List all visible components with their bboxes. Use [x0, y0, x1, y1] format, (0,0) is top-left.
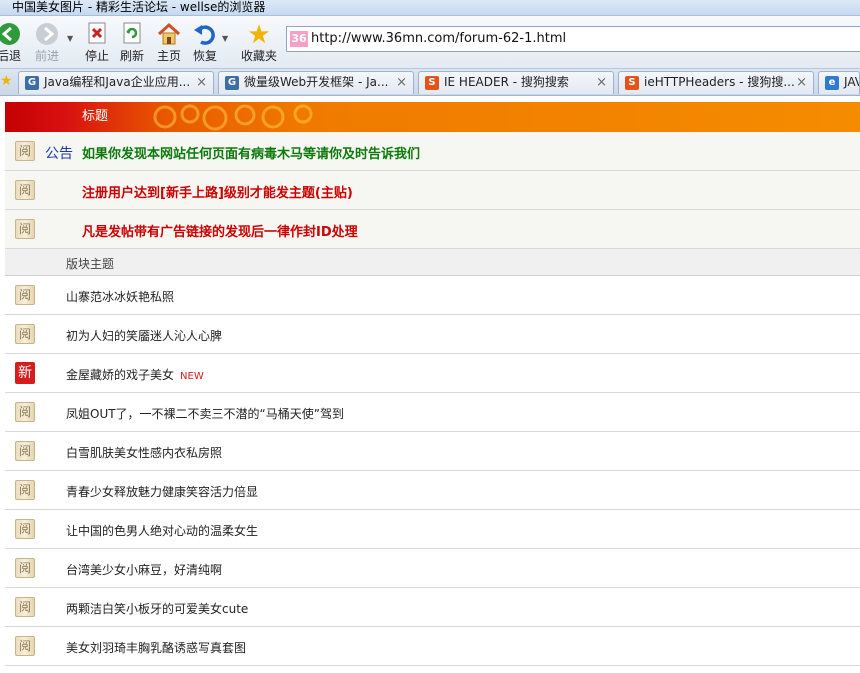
tab-google-icon: G	[225, 76, 239, 90]
read-icon: 阅	[15, 180, 35, 200]
announcement-label: 公告	[45, 146, 73, 162]
section-title: 版块主题	[66, 257, 115, 271]
tab-java-programming[interactable]: G Java编程和Java企业应用... ×	[18, 71, 214, 94]
thread-row[interactable]: 阅 台湾美少女小麻豆，好清纯啊	[5, 549, 860, 588]
notice-link[interactable]: 注册用户达到[新手上路]级别才能发主题(主贴)	[82, 182, 353, 201]
stop-button[interactable]: 停止	[82, 20, 112, 66]
new-badge: NEW	[180, 371, 204, 382]
tab-label: ieHTTPHeaders - 搜狗搜...	[644, 75, 795, 89]
thread-row[interactable]: 阅 青春少女释放魅力健康笑容活力倍显	[5, 471, 860, 510]
thread-row[interactable]: 阅 两颗洁白笑小板牙的可爱美女cute	[5, 588, 860, 627]
star-icon: ★	[247, 20, 271, 50]
thread-row[interactable]: 阅 白雪肌肤美女性感内衣私房照	[5, 432, 860, 471]
back-button[interactable]: 后退	[0, 20, 24, 66]
tab-label: JAV	[844, 75, 859, 89]
notice-link[interactable]: 如果你发现本网站任何页面有病毒木马等请你及时告诉我们	[82, 143, 420, 162]
read-icon: 阅	[15, 480, 35, 500]
thread-title-link[interactable]: 凤姐OUT了，一不裸二不卖三不潜的“马桶天使”驾到	[66, 405, 344, 422]
refresh-icon	[117, 22, 147, 48]
refresh-button[interactable]: 刷新	[117, 20, 147, 66]
favorites-label: 收藏夹	[240, 49, 277, 63]
home-icon	[153, 22, 185, 48]
notice-link[interactable]: 凡是发帖带有广告链接的发现后一律作封ID处理	[82, 221, 358, 240]
tab-bar: ★ G Java编程和Java企业应用... × G 微量级Web开发框架 - …	[0, 69, 860, 96]
thread-title-link[interactable]: 美女刘羽琦丰胸乳酪诱惑写真套图	[66, 639, 246, 656]
forum-header-bar: 标题	[5, 102, 860, 132]
read-icon: 阅	[15, 324, 35, 344]
page-content: 标题 阅 公告 如果你发现本网站任何页面有病毒木马等请你及时告诉我们 阅 注册用…	[0, 96, 860, 673]
read-icon: 阅	[15, 402, 35, 422]
stop-label: 停止	[84, 49, 109, 63]
forward-label: 前进	[34, 49, 59, 63]
tab-sogou-icon: S	[425, 76, 439, 90]
tab-iehttpheaders[interactable]: S ieHTTPHeaders - 搜狗搜... ×	[618, 71, 814, 94]
thread-title-link[interactable]: 青春少女释放魅力健康笑容活力倍显	[66, 483, 258, 500]
thread-title-link[interactable]: 白雪肌肤美女性感内衣私房照	[66, 444, 222, 461]
announcement-row[interactable]: 阅 公告 如果你发现本网站任何页面有病毒木马等请你及时告诉我们	[5, 132, 860, 171]
tab-label: Java编程和Java企业应用...	[44, 75, 191, 89]
thread-title[interactable]: 金屋藏娇的戏子美女	[66, 368, 174, 382]
forward-button[interactable]: 前进	[32, 20, 62, 66]
tab-ie-icon: e	[825, 76, 839, 90]
tab-close-icon[interactable]: ×	[396, 72, 407, 93]
refresh-label: 刷新	[119, 49, 144, 63]
tab-label: IE HEADER - 搜狗搜索	[444, 75, 569, 89]
restore-button[interactable]: 恢复	[189, 20, 221, 66]
thread-title-link[interactable]: 金屋藏娇的戏子美女 NEW	[66, 366, 204, 383]
tab-close-icon[interactable]: ×	[596, 72, 607, 93]
favorites-button[interactable]: ★ 收藏夹	[238, 20, 280, 66]
read-icon: 阅	[15, 285, 35, 305]
back-label: 后退	[0, 49, 21, 63]
address-bar[interactable]: 36 http://www.36mn.com/forum-62-1.html	[286, 26, 860, 52]
read-icon: 阅	[15, 558, 35, 578]
tab-close-icon[interactable]: ×	[796, 72, 807, 93]
tab-google-icon: G	[25, 76, 39, 90]
new-icon: 新	[15, 362, 35, 384]
address-url[interactable]: http://www.36mn.com/forum-62-1.html	[311, 31, 566, 47]
tab-label: 微量级Web开发框架 - Ja...	[244, 75, 389, 89]
tab-web-framework[interactable]: G 微量级Web开发框架 - Ja... ×	[218, 71, 414, 94]
section-header: 版块主题	[5, 249, 860, 276]
forward-arrow-icon	[32, 22, 62, 48]
home-button[interactable]: 主页	[153, 20, 185, 66]
notice-row[interactable]: 阅 凡是发帖带有广告链接的发现后一律作封ID处理	[5, 210, 860, 249]
notice-row[interactable]: 阅 注册用户达到[新手上路]级别才能发主题(主贴)	[5, 171, 860, 210]
thread-title-link[interactable]: 让中国的色男人绝对心动的温柔女生	[66, 522, 258, 539]
read-icon: 阅	[15, 519, 35, 539]
tab-ie-header[interactable]: S IE HEADER - 搜狗搜索 ×	[418, 71, 614, 94]
restore-dropdown-icon[interactable]: ▼	[222, 34, 228, 43]
thread-row[interactable]: 阅 凤姐OUT了，一不裸二不卖三不潜的“马桶天使”驾到	[5, 393, 860, 432]
back-arrow-icon	[0, 22, 24, 48]
thread-title-link[interactable]: 初为人妇的笑靥迷人沁人心脾	[66, 327, 222, 344]
thread-title-link[interactable]: 两颗洁白笑小板牙的可爱美女cute	[66, 600, 248, 617]
stop-icon	[82, 22, 112, 48]
tab-sogou-icon: S	[625, 76, 639, 90]
header-title: 标题	[82, 109, 109, 124]
thread-row[interactable]: 新 金屋藏娇的戏子美女 NEW	[5, 354, 860, 393]
read-icon: 阅	[15, 441, 35, 461]
thread-title-link[interactable]: 台湾美少女小麻豆，好清纯啊	[66, 561, 222, 578]
thread-title-link[interactable]: 山寨范冰冰妖艳私照	[66, 288, 174, 305]
tab-close-icon[interactable]: ×	[196, 72, 207, 93]
decorative-swirl-icon	[153, 104, 313, 131]
history-dropdown-icon[interactable]: ▼	[67, 34, 73, 43]
thread-row[interactable]: 阅 美女刘羽琦丰胸乳酪诱惑写真套图	[5, 627, 860, 666]
thread-row[interactable]: 阅 初为人妇的笑靥迷人沁人心脾	[5, 315, 860, 354]
read-icon: 阅	[15, 141, 35, 161]
favorites-star-icon[interactable]: ★	[0, 73, 13, 89]
undo-icon	[189, 22, 221, 48]
window-titlebar: 中国美女图片 - 精彩生活论坛 - wellse的浏览器	[0, 0, 860, 16]
read-icon: 阅	[15, 636, 35, 656]
window-title: 中国美女图片 - 精彩生活论坛 - wellse的浏览器	[12, 0, 266, 14]
site-favicon-icon: 36	[290, 31, 308, 47]
read-icon: 阅	[15, 597, 35, 617]
browser-toolbar: 后退 前进 ▼ 停止 刷新 主页 恢复 ▼ ★ 收藏夹 36 http://ww…	[0, 16, 860, 69]
thread-row[interactable]: 阅 让中国的色男人绝对心动的温柔女生	[5, 510, 860, 549]
home-label: 主页	[156, 49, 181, 63]
restore-label: 恢复	[192, 49, 217, 63]
tab-jav[interactable]: e JAV	[818, 71, 860, 94]
read-icon: 阅	[15, 219, 35, 239]
thread-row[interactable]: 阅 山寨范冰冰妖艳私照	[5, 276, 860, 315]
